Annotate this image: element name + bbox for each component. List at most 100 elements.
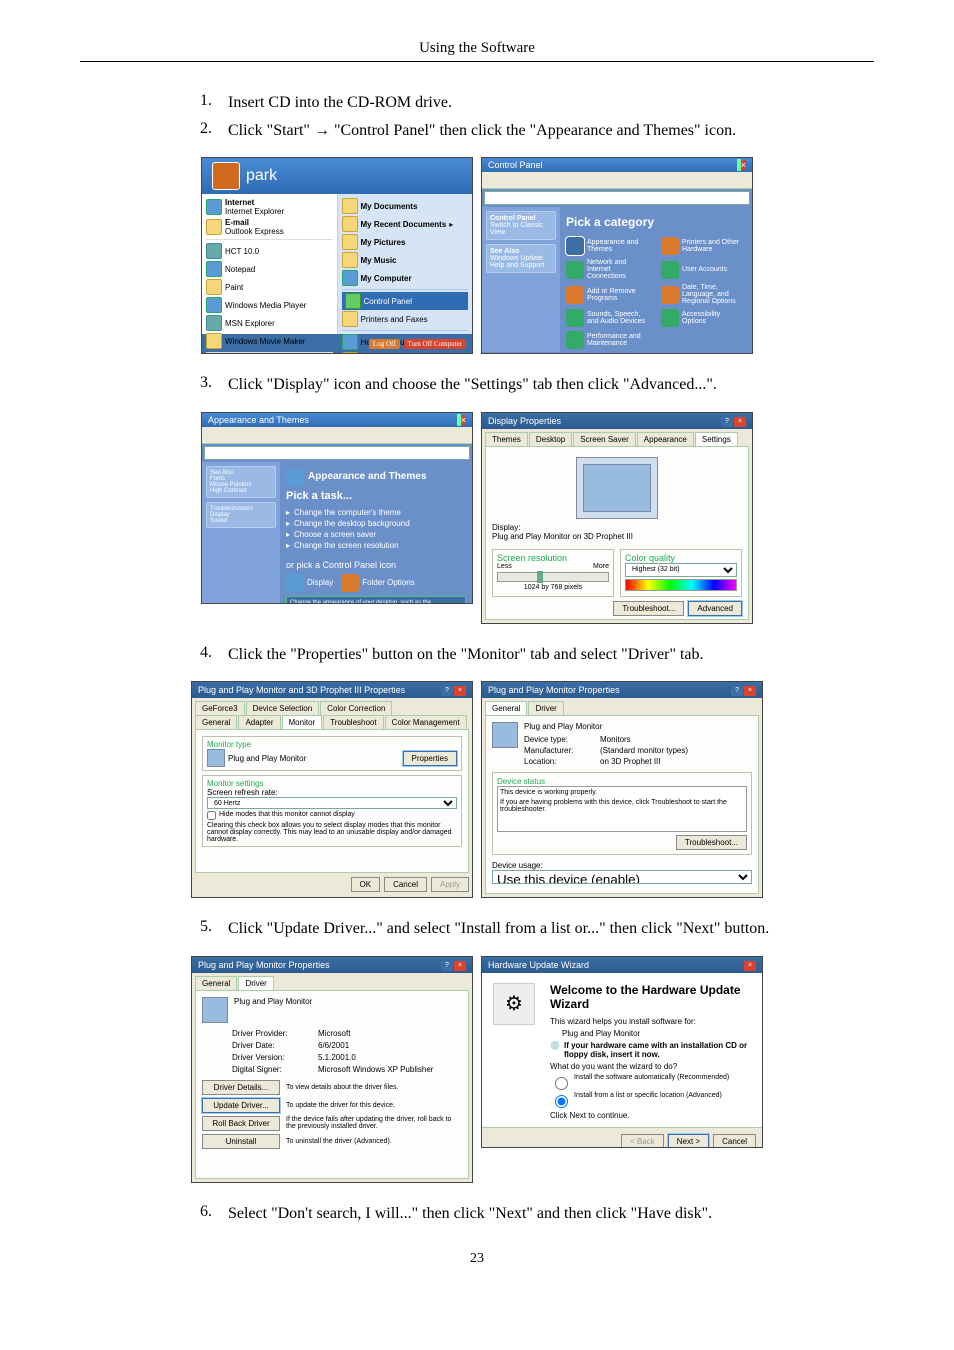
sm-internet[interactable]: InternetInternet Explorer [206, 197, 333, 217]
at-toolbar [202, 427, 472, 444]
properties-button[interactable]: Properties [403, 751, 457, 766]
close-icon[interactable]: × [734, 417, 746, 427]
sm-mydocs[interactable]: My Documents [342, 197, 469, 215]
sm-hct[interactable]: HCT 10.0 [206, 242, 333, 260]
sm-wmm[interactable]: Windows Movie Maker [206, 332, 333, 350]
refresh-rate-select[interactable]: 60 Hertz [207, 797, 457, 809]
computer-icon [342, 270, 358, 286]
cat-network[interactable]: Network and Internet Connections [566, 259, 651, 280]
cancel-button[interactable]: Cancel [384, 877, 427, 892]
help-icon[interactable]: ? [721, 417, 733, 427]
task-res[interactable]: ▸ Change the screen resolution [286, 541, 466, 550]
close-icon[interactable]: × [454, 961, 466, 971]
tab-appearance[interactable]: Appearance [637, 432, 694, 446]
turnoff-button[interactable]: Turn Off Computer [404, 339, 466, 349]
cat-performance[interactable]: Performance and Maintenance [566, 331, 651, 349]
cp-icon-display[interactable]: Display [286, 574, 333, 592]
close-icon[interactable]: × [741, 160, 746, 170]
sm-paint[interactable]: Paint [206, 278, 333, 296]
tab-driver[interactable]: Driver [528, 701, 563, 715]
wz-p3: 💿If your hardware came with an installat… [550, 1041, 752, 1059]
resolution-slider[interactable] [497, 572, 609, 582]
m3-chk-desc: Clearing this check box allows you to se… [207, 822, 457, 843]
update-driver-button[interactable]: Update Driver... [202, 1098, 280, 1113]
tab-device-selection[interactable]: Device Selection [246, 701, 320, 715]
help-icon[interactable]: ? [441, 961, 453, 971]
tab-settings[interactable]: Settings [695, 432, 738, 446]
folder-icon [342, 234, 358, 250]
at-addressbar[interactable] [204, 446, 470, 460]
radio-auto[interactable]: Install the software automatically (Reco… [550, 1074, 752, 1090]
tab-adapter[interactable]: Adapter [238, 715, 280, 729]
cp-hs[interactable]: Help and Support [490, 262, 544, 269]
tab-themes[interactable]: Themes [485, 432, 528, 446]
tab-general[interactable]: General [195, 976, 237, 990]
cp-addressbar[interactable] [484, 191, 750, 205]
tab-geforce3[interactable]: GeForce3 [195, 701, 245, 715]
driver-details-button[interactable]: Driver Details... [202, 1080, 280, 1095]
device-usage-select[interactable]: Use this device (enable) [492, 870, 752, 884]
advanced-button[interactable]: Advanced [688, 601, 742, 616]
troubleshoot-button[interactable]: Troubleshoot... [676, 835, 747, 850]
logoff-button[interactable]: Log Off [369, 339, 400, 349]
close-icon[interactable]: × [744, 961, 756, 971]
cat-accessibility[interactable]: Accessibility Options [661, 309, 746, 327]
tab-color-mgmt[interactable]: Color Management [385, 715, 467, 729]
back-button[interactable]: < Back [621, 1134, 664, 1148]
tab-desktop[interactable]: Desktop [529, 432, 572, 446]
tab-general[interactable]: General [485, 701, 527, 715]
next-button[interactable]: Next > [668, 1134, 709, 1148]
close-icon[interactable]: × [744, 686, 756, 696]
tab-general[interactable]: General [195, 715, 237, 729]
rollback-driver-button[interactable]: Roll Back Driver [202, 1116, 280, 1131]
step-6-num: 6. [200, 1203, 228, 1225]
monitor-preview [576, 457, 658, 519]
radio-list[interactable]: Install from a list or specific location… [550, 1092, 752, 1108]
sm-music[interactable]: My Music [342, 251, 469, 269]
cat-sounds[interactable]: Sounds, Speech, and Audio Devices [566, 309, 651, 327]
cp-icon-folder-options[interactable]: Folder Options [341, 574, 414, 592]
close-icon[interactable]: × [461, 415, 466, 425]
sm-recent[interactable]: My Recent Documents ▸ [342, 215, 469, 233]
help-icon[interactable]: ? [441, 686, 453, 696]
at-pick-task: Pick a task... [286, 490, 466, 502]
sm-mycomp[interactable]: My Computer [342, 269, 469, 287]
close-icon[interactable]: × [454, 686, 466, 696]
task-theme[interactable]: ▸ Change the computer's theme [286, 508, 466, 517]
apply-button[interactable]: Apply [431, 877, 469, 892]
tab-troubleshoot[interactable]: Troubleshoot [323, 715, 383, 729]
sm-notepad[interactable]: Notepad [206, 260, 333, 278]
sm-control-panel[interactable]: Control Panel [342, 292, 469, 310]
color-quality-select[interactable]: Highest (32 bit) [625, 563, 737, 577]
cat-datetime[interactable]: Date, Time, Language, and Regional Optio… [661, 284, 746, 305]
hide-modes-checkbox[interactable]: Hide modes that this monitor cannot disp… [207, 811, 457, 820]
wmm-icon [206, 333, 222, 349]
sm-wmp[interactable]: Windows Media Player [206, 296, 333, 314]
cat-printers[interactable]: Printers and Other Hardware [661, 237, 746, 255]
tab-screensaver[interactable]: Screen Saver [573, 432, 635, 446]
sm-pics[interactable]: My Pictures [342, 233, 469, 251]
sm-email[interactable]: E-mailOutlook Express [206, 217, 333, 237]
task-ss[interactable]: ▸ Choose a screen saver [286, 530, 466, 539]
cp-wu[interactable]: Windows Update [490, 255, 543, 262]
access-icon [661, 309, 679, 327]
sm-printers[interactable]: Printers and Faxes [342, 310, 469, 328]
task-bg[interactable]: ▸ Change the desktop background [286, 519, 466, 528]
uninstall-button[interactable]: Uninstall [202, 1134, 280, 1149]
tab-color-correction[interactable]: Color Correction [320, 701, 392, 715]
mp-dt-value: Monitors [600, 735, 688, 744]
cat-users[interactable]: User Accounts [661, 259, 746, 280]
cat-appearance-themes[interactable]: Appearance and Themes [566, 237, 651, 255]
cat-addremove[interactable]: Add or Remove Programs [566, 284, 651, 305]
at-heading: Appearance and Themes [308, 471, 426, 482]
ok-button[interactable]: OK [351, 877, 381, 892]
cancel-button[interactable]: Cancel [713, 1134, 756, 1148]
cp-switch-classic[interactable]: Switch to Classic View [490, 222, 543, 236]
tab-driver[interactable]: Driver [238, 976, 273, 990]
tab-monitor[interactable]: Monitor [282, 715, 323, 729]
troubleshoot-button[interactable]: Troubleshoot... [613, 601, 684, 616]
cp-titlebar: Control Panel × [482, 158, 752, 172]
sm-msn[interactable]: MSN Explorer [206, 314, 333, 332]
m3-title: Plug and Play Monitor and 3D Prophet III… [198, 685, 405, 695]
help-icon[interactable]: ? [731, 686, 743, 696]
